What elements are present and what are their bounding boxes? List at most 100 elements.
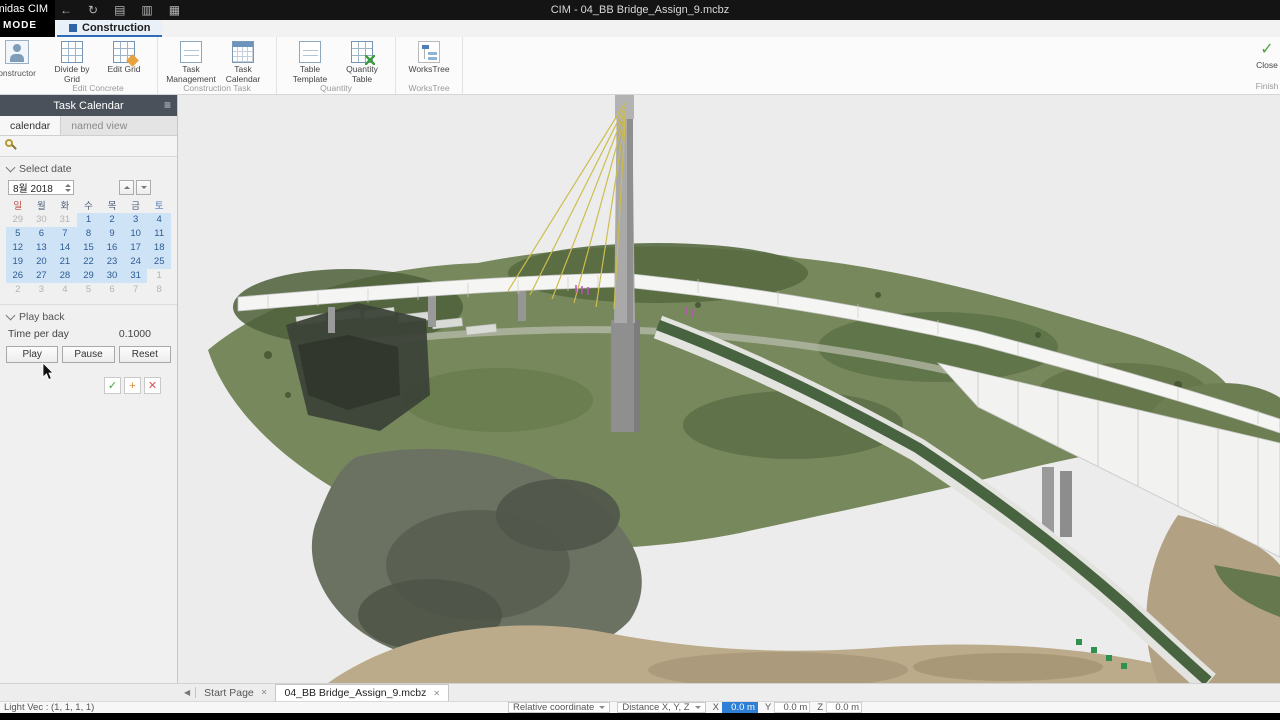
- calendar-day[interactable]: 7: [53, 227, 77, 241]
- edit-grid-button[interactable]: Edit Grid: [99, 40, 149, 82]
- close-button[interactable]: ✓ Close Finish: [1240, 40, 1280, 91]
- coordinate-mode-dropdown[interactable]: Relative coordinate: [508, 702, 611, 713]
- ribbon-tab-row: Construction: [0, 20, 1280, 38]
- calendar-day[interactable]: 24: [123, 255, 148, 269]
- play-button[interactable]: Play: [6, 346, 59, 363]
- calendar-day[interactable]: 21: [53, 255, 77, 269]
- calendar-day[interactable]: 23: [100, 255, 124, 269]
- button-label: Quantity Table: [346, 64, 378, 84]
- tab-bridge-document[interactable]: 04_BB Bridge_Assign_9.mcbz ✕: [275, 684, 450, 701]
- pause-label: Pause: [74, 349, 103, 360]
- calendar-day[interactable]: 2: [6, 283, 30, 297]
- calendar-weekday-header: 일월화수목금토: [6, 200, 171, 213]
- tab-construction[interactable]: Construction: [57, 20, 163, 37]
- quantity-table-button[interactable]: Quantity Table: [337, 40, 387, 84]
- button-label: WorksTree: [408, 64, 450, 74]
- calendar-day[interactable]: 13: [29, 241, 54, 255]
- x-input[interactable]: 0.0 m: [721, 702, 758, 713]
- table-template-button[interactable]: Table Template: [285, 40, 335, 84]
- panel-menu-icon[interactable]: ≡: [164, 95, 171, 116]
- calendar-day[interactable]: 31: [123, 269, 148, 283]
- tab-named-view[interactable]: named view: [61, 116, 137, 135]
- select-date-section[interactable]: Select date: [0, 157, 177, 179]
- calendar-day[interactable]: 18: [147, 241, 171, 255]
- calendar-day[interactable]: 31: [53, 213, 77, 227]
- close-tab-icon[interactable]: ✕: [433, 689, 440, 698]
- constructor-button[interactable]: Constructor: [0, 40, 37, 92]
- select-date-label: Select date: [19, 163, 72, 175]
- calendar-day[interactable]: 22: [76, 255, 101, 269]
- calendar-day[interactable]: 17: [123, 241, 148, 255]
- confirm-button[interactable]: ✓: [104, 377, 121, 394]
- calendar-day[interactable]: 25: [147, 255, 171, 269]
- close-tab-icon[interactable]: ✕: [261, 688, 268, 697]
- calendar-day[interactable]: 1: [147, 269, 171, 283]
- calendar-day[interactable]: 8: [76, 227, 101, 241]
- calendar-day[interactable]: 14: [53, 241, 77, 255]
- task-calendar-button[interactable]: Task Calendar: [218, 40, 268, 84]
- calendar-day[interactable]: 1: [76, 213, 101, 227]
- calendar-day[interactable]: 15: [76, 241, 101, 255]
- quantity-table-icon: [351, 41, 375, 65]
- calendar-day[interactable]: 12: [6, 241, 30, 255]
- workstree-button[interactable]: WorksTree: [404, 40, 454, 82]
- pause-button[interactable]: Pause: [62, 346, 115, 363]
- 3d-viewport[interactable]: [178, 95, 1280, 683]
- calendar-day[interactable]: 10: [123, 227, 148, 241]
- scroll-left-icon[interactable]: ◀: [184, 688, 190, 697]
- next-month-button[interactable]: [136, 180, 151, 195]
- prev-month-button[interactable]: [119, 180, 134, 195]
- 3d-bridge-model[interactable]: [178, 95, 1280, 683]
- distance-mode-dropdown[interactable]: Distance X, Y, Z: [617, 702, 706, 713]
- calendar-day[interactable]: 30: [100, 269, 124, 283]
- calendar-day[interactable]: 8: [147, 283, 171, 297]
- dropdown-arrow-icon: [694, 706, 701, 709]
- calendar-day[interactable]: 7: [124, 283, 148, 297]
- spinner-down-icon: [65, 188, 71, 192]
- z-input[interactable]: 0.0 m: [826, 702, 863, 713]
- calendar-day[interactable]: 4: [147, 213, 171, 227]
- reset-label: Reset: [131, 349, 158, 360]
- calendar-day[interactable]: 27: [29, 269, 54, 283]
- month-input[interactable]: 8월 2018: [8, 180, 74, 195]
- calendar-day[interactable]: 4: [53, 283, 77, 297]
- calendar-day[interactable]: 26: [6, 269, 30, 283]
- calendar-day[interactable]: 11: [147, 227, 171, 241]
- calendar-day[interactable]: 5: [6, 227, 30, 241]
- calendar-day[interactable]: 6: [29, 227, 54, 241]
- delete-button[interactable]: ✕: [144, 377, 161, 394]
- calendar-day[interactable]: 3: [123, 213, 148, 227]
- add-button[interactable]: +: [124, 377, 141, 394]
- y-input[interactable]: 0.0 m: [774, 702, 811, 713]
- z-label: Z: [817, 702, 824, 713]
- panel-header: Task Calendar ≡: [0, 95, 177, 116]
- calendar-day[interactable]: 6: [100, 283, 124, 297]
- calendar-day[interactable]: 16: [100, 241, 124, 255]
- close-label: Close: [1256, 60, 1278, 70]
- calendar-day[interactable]: 30: [30, 213, 54, 227]
- calendar-day[interactable]: 2: [100, 213, 124, 227]
- group-label-workstree: WorksTree: [408, 83, 450, 93]
- search-icon[interactable]: [5, 139, 19, 153]
- calendar-day[interactable]: 3: [30, 283, 54, 297]
- divide-by-grid-button[interactable]: Divide by Grid: [47, 40, 97, 84]
- calendar-day[interactable]: 9: [100, 227, 124, 241]
- tab-calendar[interactable]: calendar: [0, 116, 62, 135]
- group-label-quantity: Quantity: [320, 83, 352, 93]
- calendar-day[interactable]: 29: [6, 213, 30, 227]
- playback-section[interactable]: Play back: [0, 305, 177, 327]
- group-label-finish: Finish: [1255, 81, 1279, 91]
- ribbon-group-edit-concrete: Divide by Grid Edit Grid Edit Concrete: [39, 37, 158, 94]
- tab-start-page[interactable]: Start Page ✕: [196, 684, 275, 701]
- calendar-day[interactable]: 5: [77, 283, 101, 297]
- tab-scroll-controls: ◀: [184, 687, 197, 698]
- reset-button[interactable]: Reset: [118, 346, 171, 363]
- calendar-day[interactable]: 29: [76, 269, 101, 283]
- calendar-day[interactable]: 28: [53, 269, 77, 283]
- calendar-day[interactable]: 19: [6, 255, 30, 269]
- task-management-button[interactable]: Task Management: [166, 40, 216, 84]
- month-spinner[interactable]: [65, 183, 73, 192]
- calendar-day[interactable]: 20: [29, 255, 54, 269]
- task-calendar-icon: [232, 41, 254, 63]
- time-per-day-value[interactable]: 0.1000: [119, 328, 151, 340]
